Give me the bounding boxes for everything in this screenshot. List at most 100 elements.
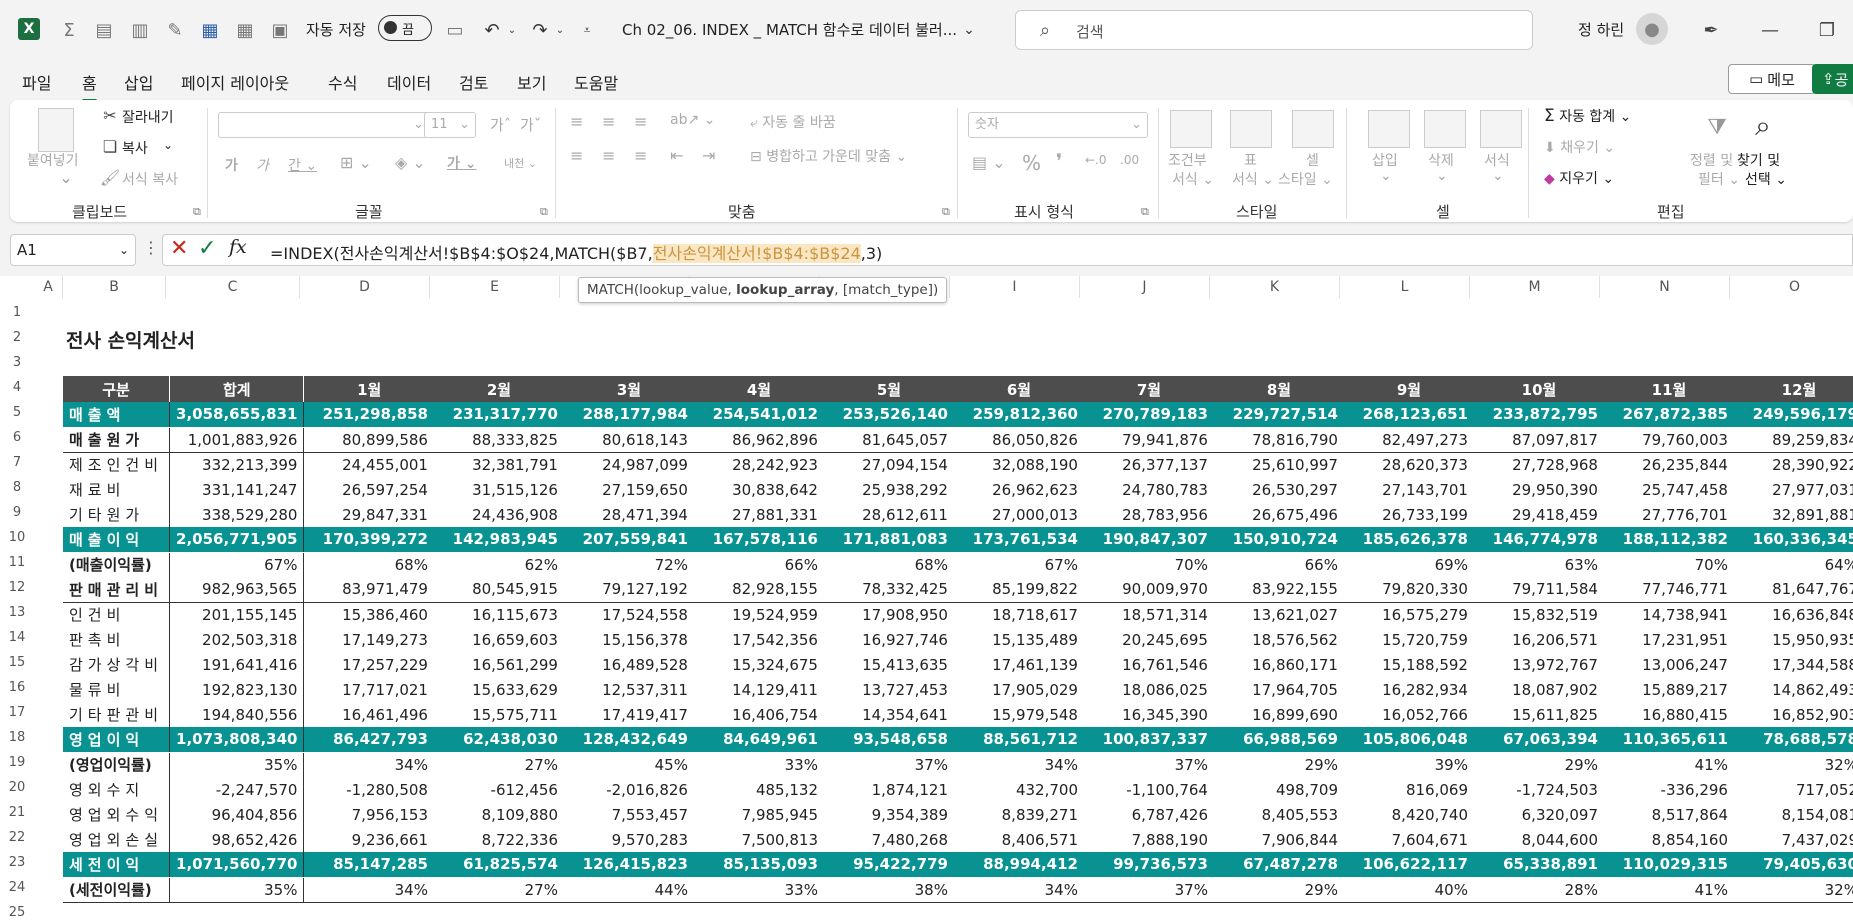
total-cell[interactable]: 1,071,560,770 (169, 852, 305, 878)
month-cell[interactable]: 32,891,881 (1734, 502, 1853, 527)
month-cell[interactable]: 77,746,771 (1603, 577, 1734, 603)
month-cell[interactable]: 83,971,479 (303, 577, 434, 603)
align-middle-icon[interactable]: ≡ (602, 112, 615, 131)
total-cell[interactable]: 98,652,426 (169, 827, 305, 852)
increase-decimal-icon[interactable]: ←.0 (1085, 153, 1107, 167)
month-cell[interactable]: 86,427,793 (303, 727, 434, 753)
month-cell[interactable]: 146,774,978 (1473, 527, 1604, 553)
orientation-icon[interactable]: ab↗ ⌄ (670, 112, 715, 128)
month-cell[interactable]: 62,438,030 (433, 727, 564, 753)
table-header-cell[interactable]: 합계 (169, 376, 305, 402)
month-cell[interactable]: 717,052 (1734, 777, 1853, 802)
month-cell[interactable]: 85,199,822 (953, 577, 1084, 603)
month-cell[interactable]: 110,365,611 (1603, 727, 1734, 753)
number-launcher-icon[interactable]: ⧉ (1141, 205, 1149, 219)
month-cell[interactable]: 40% (1343, 877, 1474, 903)
paste-dropdown-icon[interactable]: ⌄ (54, 166, 78, 188)
total-cell[interactable]: 35% (169, 752, 305, 777)
row-label[interactable]: (매출이익률) (63, 552, 171, 577)
total-cell[interactable]: -2,247,570 (169, 777, 305, 802)
decrease-decimal-icon[interactable]: .00 (1120, 153, 1139, 167)
month-cell[interactable]: 87,097,817 (1473, 427, 1604, 453)
menu-data[interactable]: 데이터 (387, 70, 431, 94)
month-cell[interactable]: 14,129,411 (694, 677, 824, 702)
month-cell[interactable]: 231,317,770 (433, 402, 564, 428)
month-cell[interactable]: 32,088,190 (954, 452, 1084, 477)
month-cell[interactable]: 93,548,658 (823, 727, 954, 753)
month-cell[interactable]: 6,320,097 (1474, 802, 1604, 827)
row-header-20[interactable]: 20 (0, 775, 34, 800)
month-cell[interactable]: 29,418,459 (1474, 502, 1604, 527)
delete-cells-button[interactable]: 삭제 (1428, 150, 1454, 170)
month-cell[interactable]: 816,069 (1344, 777, 1474, 802)
month-cell[interactable]: 32,381,791 (434, 452, 564, 477)
month-cell[interactable]: 7,888,190 (1084, 827, 1214, 852)
month-cell[interactable]: 68% (824, 552, 954, 577)
row-label[interactable]: (세전이익률) (63, 877, 171, 903)
autosum-button[interactable]: Σ 자동 합계 ⌄ (1544, 106, 1631, 126)
table-header-cell[interactable]: 4월 (693, 376, 824, 402)
month-cell[interactable]: 15,720,759 (1344, 627, 1474, 652)
month-cell[interactable]: 15,889,217 (1604, 677, 1734, 702)
row-header-21[interactable]: 21 (0, 800, 34, 825)
month-cell[interactable]: 8,406,571 (954, 827, 1084, 852)
month-cell[interactable]: 8,044,600 (1474, 827, 1604, 852)
month-cell[interactable]: 69% (1344, 552, 1474, 577)
align-center-icon[interactable]: ≡ (602, 146, 615, 165)
total-cell[interactable]: 202,503,318 (169, 627, 305, 652)
decrease-font-icon[interactable]: 가ˇ (520, 114, 541, 135)
month-cell[interactable]: 28,612,611 (824, 502, 954, 527)
pen-icon[interactable]: ✒ (1699, 18, 1723, 42)
autosum-icon[interactable]: Σ (57, 18, 81, 42)
share-button[interactable]: ⇪ 공 (1812, 64, 1853, 94)
month-cell[interactable]: 88,333,825 (433, 427, 564, 453)
month-cell[interactable]: 89,259,834 (1733, 427, 1853, 453)
month-cell[interactable]: 28,390,922 (1734, 452, 1853, 477)
row-label[interactable]: 매출액 (63, 402, 171, 428)
month-cell[interactable]: -1,724,503 (1474, 777, 1604, 802)
total-cell[interactable]: 1,001,883,926 (169, 427, 305, 453)
month-cell[interactable]: 16,052,766 (1344, 702, 1474, 727)
month-cell[interactable]: 79,405,630 (1733, 852, 1853, 878)
column-header-E[interactable]: E (430, 276, 560, 298)
month-cell[interactable]: 79,760,003 (1603, 427, 1734, 453)
wrap-text-button[interactable]: ⤶ 자동 줄 바꿈 (750, 112, 836, 132)
month-cell[interactable]: 68% (304, 552, 434, 577)
month-cell[interactable]: -612,456 (434, 777, 564, 802)
month-cell[interactable]: 126,415,823 (563, 852, 694, 878)
month-cell[interactable]: 88,994,412 (953, 852, 1084, 878)
month-cell[interactable]: 24,436,908 (434, 502, 564, 527)
month-cell[interactable]: 15,413,635 (824, 652, 954, 677)
income-statement-table[interactable]: 구분 합계 1월 2월 3월 4월 5월 6월 7월 8월 9월 10월 11월 12월 매출액 3,058,… (63, 376, 1853, 903)
row-header-23[interactable]: 23 (0, 850, 34, 875)
month-cell[interactable]: 79,711,584 (1473, 577, 1604, 603)
format-cells-button[interactable]: 서식 (1484, 150, 1510, 170)
search-input[interactable]: ⌕ 검색 (1015, 10, 1533, 50)
column-header-C[interactable]: C (166, 276, 300, 298)
row-label[interactable]: 영업이익 (63, 727, 171, 753)
number-format-select[interactable]: 숫자 ⌄ (968, 112, 1148, 138)
table-icon[interactable]: ▦ (233, 18, 257, 42)
month-cell[interactable]: 27% (433, 877, 564, 903)
row-label[interactable]: 감가상각비 (63, 652, 171, 677)
table-format-icon[interactable] (1230, 110, 1272, 148)
month-cell[interactable]: 82,928,155 (693, 577, 824, 603)
month-cell[interactable]: 17,149,273 (304, 627, 434, 652)
accounting-format-icon[interactable]: ▤ ⌄ (972, 153, 1006, 172)
table-header-cell[interactable]: 2월 (433, 376, 564, 402)
month-cell[interactable]: 26,235,844 (1604, 452, 1734, 477)
table-header-cell[interactable]: 3월 (563, 376, 694, 402)
month-cell[interactable]: 13,727,453 (824, 677, 954, 702)
row-header-17[interactable]: 17 (0, 700, 34, 725)
month-cell[interactable]: 80,899,586 (303, 427, 434, 453)
insert-cells-icon[interactable] (1368, 110, 1410, 148)
month-cell[interactable]: 85,147,285 (303, 852, 434, 878)
month-cell[interactable]: 229,727,514 (1213, 402, 1344, 428)
month-cell[interactable]: 26,675,496 (1214, 502, 1344, 527)
insert-dropdown-icon[interactable]: ⌄ (1380, 168, 1392, 184)
month-cell[interactable]: 84,649,961 (693, 727, 824, 753)
month-cell[interactable]: 26,597,254 (304, 477, 434, 502)
column-header-M[interactable]: M (1470, 276, 1600, 298)
month-cell[interactable]: 16,899,690 (1214, 702, 1344, 727)
month-cell[interactable]: 8,420,740 (1344, 802, 1474, 827)
